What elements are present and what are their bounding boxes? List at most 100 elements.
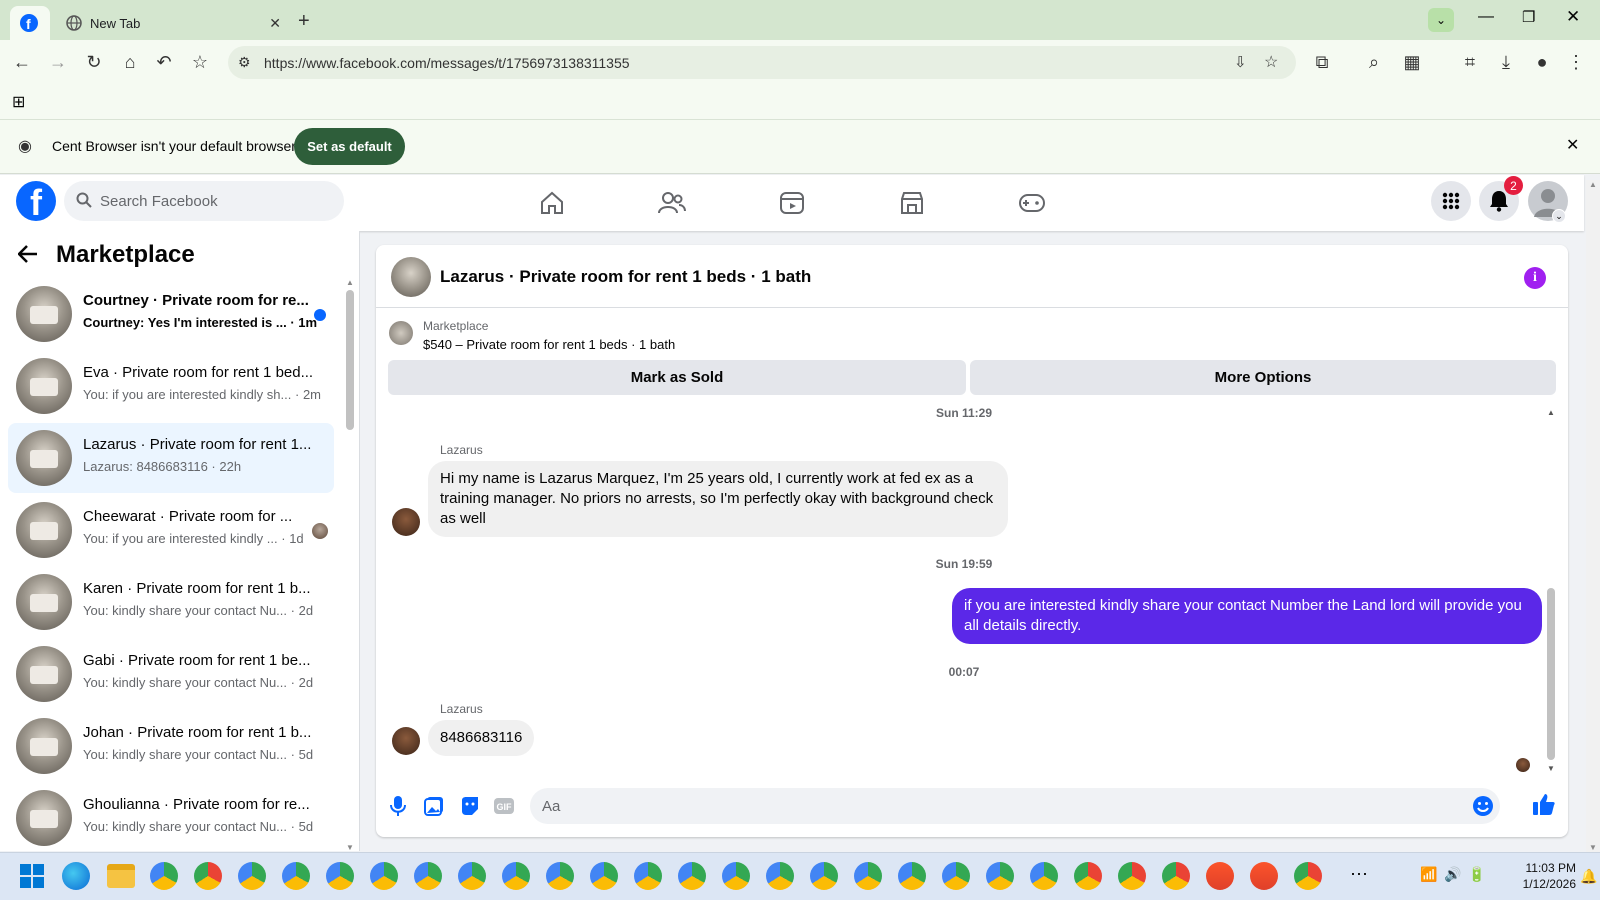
bookmark-page-icon[interactable]: ☆: [1264, 52, 1278, 72]
account-chevron-icon[interactable]: ⌄: [1552, 209, 1566, 223]
qr-code-icon[interactable]: ▦: [1396, 46, 1428, 78]
edge-browser-icon[interactable]: [62, 862, 90, 890]
taskbar-browser-icon[interactable]: [898, 862, 926, 890]
taskbar-browser-icon[interactable]: [766, 862, 794, 890]
nav-friends-icon[interactable]: [617, 181, 727, 225]
extensions-icon[interactable]: ⧉: [1306, 46, 1338, 78]
taskbar-browser-icon[interactable]: [1206, 862, 1234, 890]
listing-title[interactable]: $540 – Private room for rent 1 beds · 1 …: [423, 337, 675, 352]
more-apps-icon[interactable]: ⋯: [1350, 864, 1368, 885]
more-options-button[interactable]: More Options: [970, 360, 1556, 395]
taskbar-browser-icon[interactable]: [414, 862, 442, 890]
sender-avatar[interactable]: [392, 727, 420, 755]
taskbar-browser-icon[interactable]: [150, 862, 178, 890]
taskbar-browser-icon[interactable]: [942, 862, 970, 890]
apps-grid-icon[interactable]: ⊞: [12, 92, 25, 112]
taskbar-browser-icon[interactable]: [370, 862, 398, 890]
search-input[interactable]: Search Facebook: [64, 181, 344, 221]
volume-icon[interactable]: 🔊: [1444, 866, 1461, 883]
sender-avatar[interactable]: [392, 508, 420, 536]
taskbar-browser-icon[interactable]: [502, 862, 530, 890]
zoom-search-icon[interactable]: ⌕: [1358, 46, 1390, 78]
tab-search-icon[interactable]: ⌄: [1428, 8, 1454, 32]
restore-icon[interactable]: ❐: [1522, 8, 1535, 26]
taskbar-browser-icon[interactable]: [854, 862, 882, 890]
like-thumbs-up-icon[interactable]: [1532, 792, 1556, 816]
gif-icon[interactable]: GIF: [492, 794, 516, 818]
photo-icon[interactable]: [422, 794, 446, 818]
message-scrollbar[interactable]: ▲ ▼: [1545, 408, 1557, 773]
system-clock[interactable]: 11:03 PM 1/12/2026: [1498, 860, 1576, 892]
taskbar-browser-icon[interactable]: [326, 862, 354, 890]
install-app-icon[interactable]: ⇩: [1234, 53, 1247, 71]
taskbar-browser-icon[interactable]: [1074, 862, 1102, 890]
listing-thumbnail[interactable]: [389, 321, 413, 345]
back-icon[interactable]: ←: [6, 46, 38, 78]
infobar-close-icon[interactable]: ✕: [1566, 135, 1579, 155]
taskbar-browser-icon[interactable]: [458, 862, 486, 890]
taskbar-browser-icon[interactable]: [1294, 862, 1322, 890]
message-scroll-thumb[interactable]: [1547, 588, 1555, 760]
tab-facebook[interactable]: f: [10, 6, 50, 40]
window-close-icon[interactable]: ✕: [1566, 7, 1580, 27]
message-input[interactable]: Aa: [530, 788, 1500, 824]
emoji-icon[interactable]: [1472, 795, 1494, 817]
nav-video-icon[interactable]: [737, 181, 847, 225]
menu-icon[interactable]: ⋮: [1560, 46, 1592, 78]
windows-start-icon[interactable]: [20, 864, 44, 888]
downloads-icon[interactable]: ⤓: [1490, 46, 1522, 78]
taskbar-browser-icon[interactable]: [810, 862, 838, 890]
conversation-item[interactable]: Lazarus · Private room for rent 1... Laza…: [8, 423, 334, 493]
forward-icon[interactable]: →: [42, 46, 74, 78]
taskbar-browser-icon[interactable]: [238, 862, 266, 890]
conversation-item[interactable]: Courtney · Private room for re... Courtne…: [8, 279, 334, 349]
taskbar-browser-icon[interactable]: [722, 862, 750, 890]
microphone-icon[interactable]: [386, 794, 410, 818]
nav-gaming-icon[interactable]: [977, 181, 1087, 225]
taskbar-browser-icon[interactable]: [282, 862, 310, 890]
back-arrow-icon[interactable]: [18, 245, 38, 263]
facebook-logo-icon[interactable]: f: [16, 181, 56, 221]
sidebar-scroll-thumb[interactable]: [346, 290, 354, 430]
nav-marketplace-icon[interactable]: [857, 181, 967, 225]
close-tab-icon[interactable]: ✕: [269, 15, 281, 32]
taskbar-browser-icon[interactable]: [546, 862, 574, 890]
taskbar-browser-icon[interactable]: [986, 862, 1014, 890]
screenshot-crop-icon[interactable]: ⌗: [1454, 46, 1486, 78]
taskbar-browser-icon[interactable]: [634, 862, 662, 890]
conversation-item[interactable]: Eva · Private room for rent 1 bed... You:…: [8, 351, 334, 421]
bookmark-star-icon[interactable]: ☆: [184, 46, 216, 78]
chat-title[interactable]: Lazarus · Private room for rent 1 beds ·…: [440, 267, 811, 287]
undo-close-icon[interactable]: ↶: [148, 46, 180, 78]
site-info-icon[interactable]: ⚙: [238, 54, 251, 71]
conversation-item[interactable]: Johan · Private room for rent 1 b... You:…: [8, 711, 334, 781]
sidebar-scrollbar[interactable]: ▲ ▼: [345, 278, 355, 852]
menu-grid-icon[interactable]: [1431, 181, 1471, 221]
page-scrollbar[interactable]: ▲ ▼: [1586, 180, 1600, 852]
tab-new-tab[interactable]: New Tab ✕: [56, 6, 291, 40]
minimize-icon[interactable]: —: [1478, 8, 1494, 26]
conversation-item[interactable]: Karen · Private room for rent 1 b... You:…: [8, 567, 334, 637]
conversation-info-icon[interactable]: i: [1524, 267, 1546, 289]
taskbar-browser-icon[interactable]: [1250, 862, 1278, 890]
reload-icon[interactable]: ↻: [78, 46, 110, 78]
new-tab-icon[interactable]: +: [298, 10, 310, 33]
taskbar-browser-icon[interactable]: [1030, 862, 1058, 890]
taskbar-browser-icon[interactable]: [1162, 862, 1190, 890]
mark-as-sold-button[interactable]: Mark as Sold: [388, 360, 966, 395]
notifications-center-icon[interactable]: 🔔: [1580, 868, 1597, 885]
nav-home-icon[interactable]: [497, 181, 607, 225]
home-icon[interactable]: ⌂: [114, 46, 146, 78]
conversation-item[interactable]: Gabi · Private room for rent 1 be... You:…: [8, 639, 334, 709]
wifi-icon[interactable]: 📶: [1420, 866, 1437, 883]
set-as-default-button[interactable]: Set as default: [294, 128, 405, 165]
taskbar-browser-icon[interactable]: [194, 862, 222, 890]
chat-listing-avatar[interactable]: [391, 257, 431, 297]
profile-icon[interactable]: ●: [1526, 46, 1558, 78]
sticker-icon[interactable]: [458, 794, 482, 818]
taskbar-browser-icon[interactable]: [678, 862, 706, 890]
conversation-item[interactable]: Cheewarat · Private room for ... You: if …: [8, 495, 334, 565]
taskbar-browser-icon[interactable]: [1118, 862, 1146, 890]
file-explorer-icon[interactable]: [107, 864, 135, 888]
battery-icon[interactable]: 🔋: [1468, 866, 1485, 883]
